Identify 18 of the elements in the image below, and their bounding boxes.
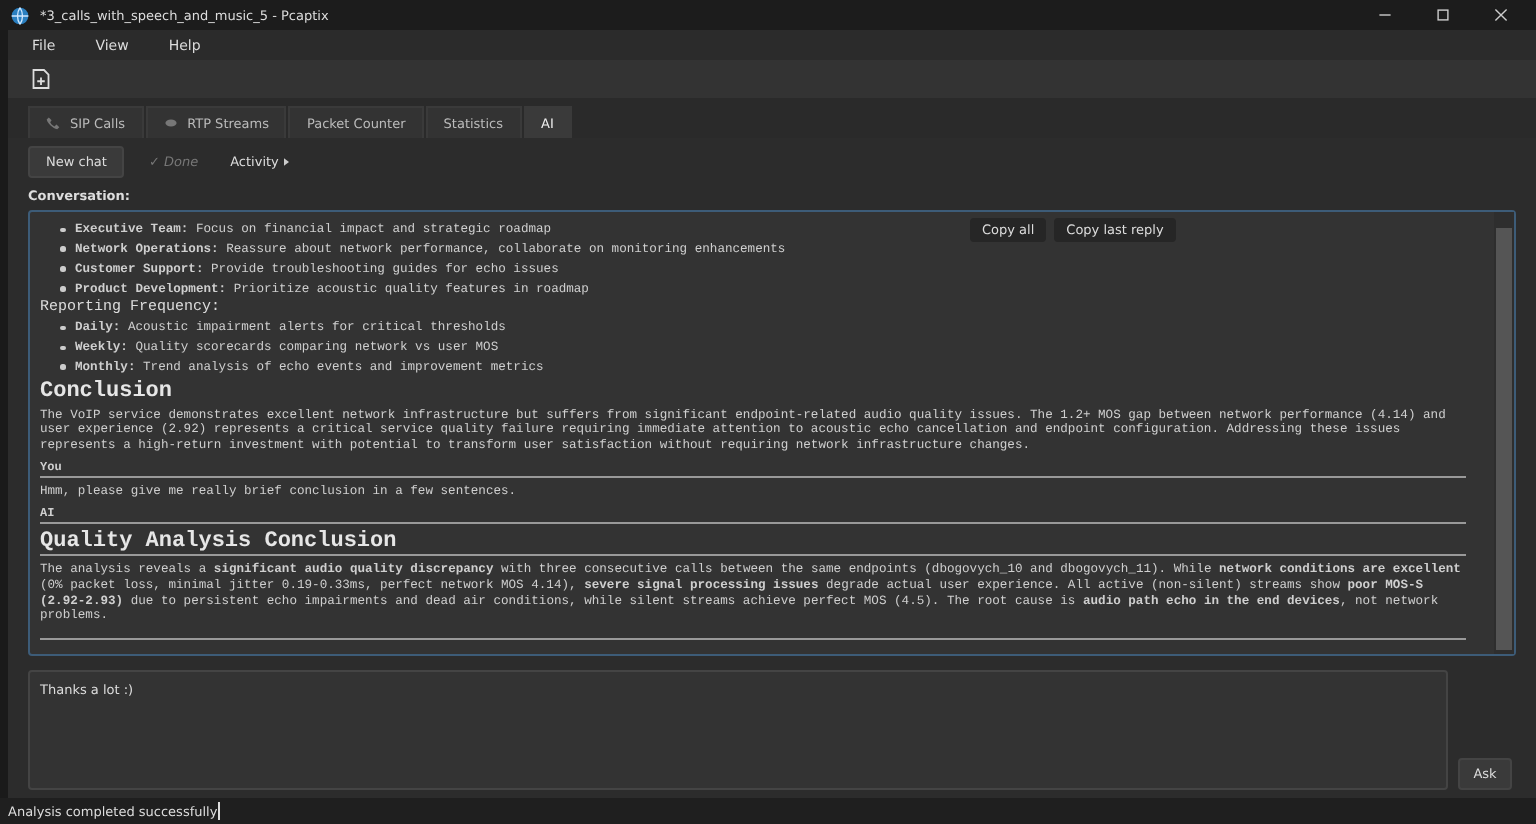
bullet-icon: [60, 227, 65, 233]
scrollbar[interactable]: [1494, 212, 1514, 654]
section-heading: Conclusion: [40, 379, 175, 404]
maximize-icon[interactable]: [1436, 8, 1450, 22]
close-icon[interactable]: [1494, 8, 1508, 22]
wave-icon: [163, 116, 178, 130]
minimize-icon[interactable]: [1378, 8, 1392, 22]
bullet-icon: [60, 286, 65, 292]
bullet-icon: [60, 246, 65, 252]
bullet-icon: [60, 325, 65, 331]
new-file-icon[interactable]: [32, 68, 50, 90]
phone-icon: [46, 116, 60, 130]
globe-icon: [10, 5, 30, 25]
bullet-icon: [60, 364, 65, 370]
reply-heading: Quality Analysis Conclusion: [40, 530, 1466, 557]
bullet-icon: [60, 345, 65, 351]
caret-icon: [284, 158, 290, 166]
bullet-icon: [60, 266, 65, 272]
